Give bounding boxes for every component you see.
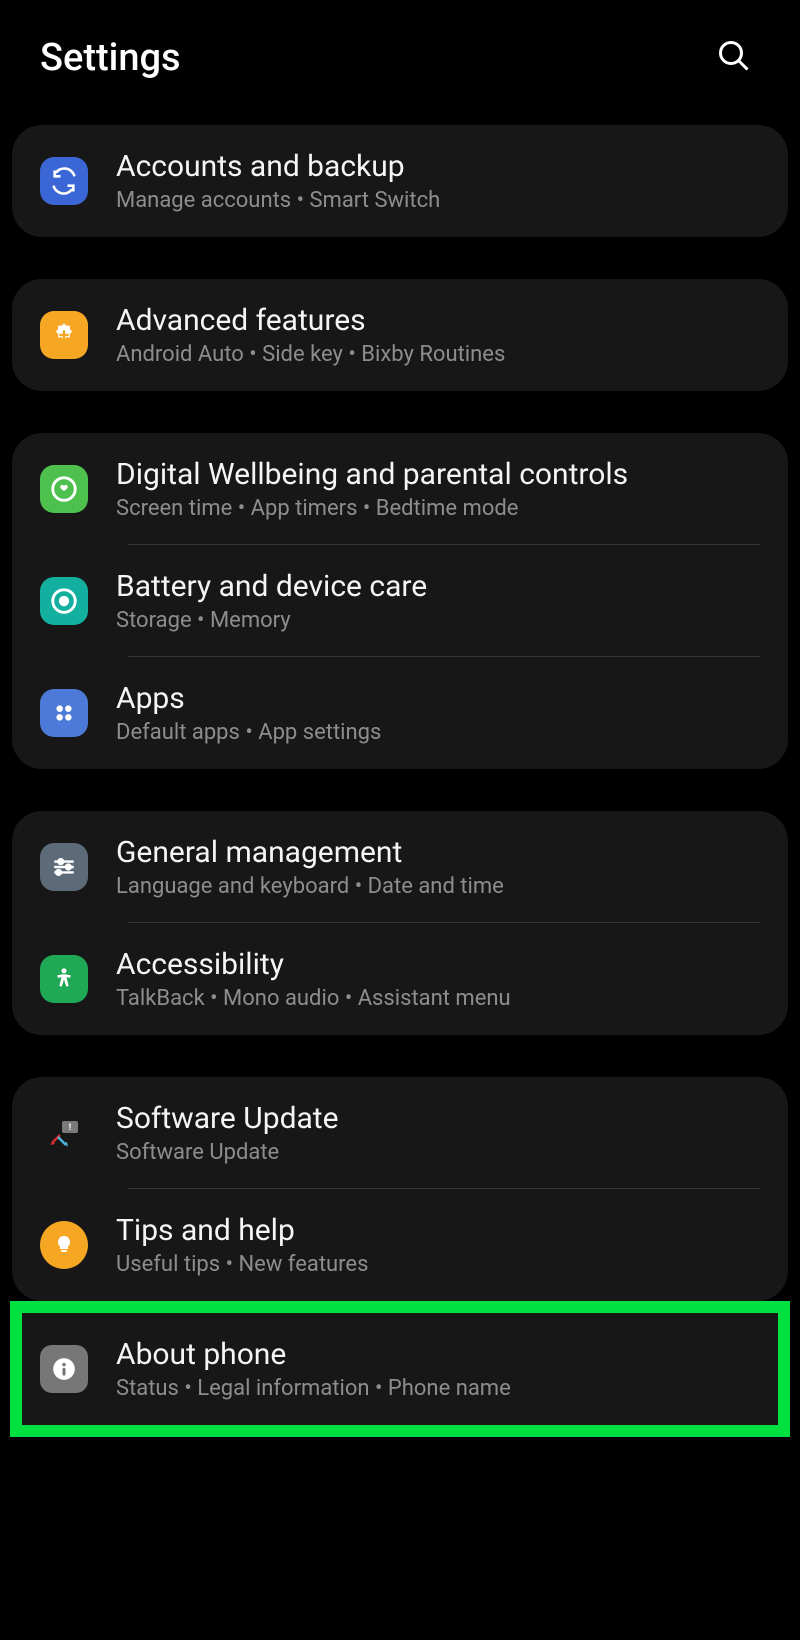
item-text: Tips and help Useful tips • New features	[116, 1213, 368, 1277]
highlight-about-phone: About phone Status • Legal information •…	[10, 1301, 790, 1437]
item-subtitle: Useful tips • New features	[116, 1252, 368, 1277]
item-title: Software Update	[116, 1101, 339, 1136]
item-title: Accessibility	[116, 947, 511, 982]
item-text: About phone Status • Legal information •…	[116, 1337, 511, 1401]
info-icon	[40, 1345, 88, 1393]
settings-item-advanced-features[interactable]: Advanced features Android Auto • Side ke…	[12, 279, 788, 391]
search-icon	[716, 38, 752, 74]
settings-item-software-update[interactable]: ! Software Update Software Update	[12, 1077, 788, 1189]
settings-item-apps[interactable]: Apps Default apps • App settings	[12, 657, 788, 769]
software-update-icon: !	[40, 1109, 88, 1157]
item-title: Battery and device care	[116, 569, 427, 604]
item-subtitle: Status • Legal information • Phone name	[116, 1376, 511, 1401]
page-title: Settings	[40, 36, 181, 80]
item-text: Digital Wellbeing and parental controls …	[116, 457, 628, 521]
item-text: Apps Default apps • App settings	[116, 681, 381, 745]
item-title: Apps	[116, 681, 381, 716]
sync-icon	[40, 157, 88, 205]
item-title: Digital Wellbeing and parental controls	[116, 457, 628, 492]
gear-plus-icon	[40, 311, 88, 359]
settings-item-battery-device-care[interactable]: Battery and device care Storage • Memory	[12, 545, 788, 657]
device-care-icon	[40, 577, 88, 625]
settings-item-accessibility[interactable]: Accessibility TalkBack • Mono audio • As…	[12, 923, 788, 1035]
item-subtitle: Default apps • App settings	[116, 720, 381, 745]
item-subtitle: Language and keyboard • Date and time	[116, 874, 504, 899]
item-text: Accessibility TalkBack • Mono audio • As…	[116, 947, 511, 1011]
item-subtitle: TalkBack • Mono audio • Assistant menu	[116, 986, 511, 1011]
settings-item-general-management[interactable]: General management Language and keyboard…	[12, 811, 788, 923]
item-title: Tips and help	[116, 1213, 368, 1248]
settings-group: ! Software Update Software Update Tips a…	[12, 1077, 788, 1301]
settings-item-digital-wellbeing[interactable]: Digital Wellbeing and parental controls …	[12, 433, 788, 545]
item-subtitle: Screen time • App timers • Bedtime mode	[116, 496, 628, 521]
search-button[interactable]	[708, 30, 760, 85]
settings-group: Digital Wellbeing and parental controls …	[12, 433, 788, 769]
item-text: Software Update Software Update	[116, 1101, 339, 1165]
item-text: Accounts and backup Manage accounts • Sm…	[116, 149, 440, 213]
settings-group: General management Language and keyboard…	[12, 811, 788, 1035]
item-text: General management Language and keyboard…	[116, 835, 504, 899]
item-text: Advanced features Android Auto • Side ke…	[116, 303, 505, 367]
settings-group: Accounts and backup Manage accounts • Sm…	[12, 125, 788, 237]
svg-text:!: !	[69, 1123, 71, 1133]
item-title: Accounts and backup	[116, 149, 440, 184]
settings-item-accounts-backup[interactable]: Accounts and backup Manage accounts • Sm…	[12, 125, 788, 237]
lightbulb-icon	[40, 1221, 88, 1269]
settings-item-tips-help[interactable]: Tips and help Useful tips • New features	[12, 1189, 788, 1301]
settings-item-about-phone[interactable]: About phone Status • Legal information •…	[22, 1313, 778, 1425]
settings-group: Advanced features Android Auto • Side ke…	[12, 279, 788, 391]
item-subtitle: Manage accounts • Smart Switch	[116, 188, 440, 213]
item-title: General management	[116, 835, 504, 870]
item-title: Advanced features	[116, 303, 505, 338]
item-subtitle: Android Auto • Side key • Bixby Routines	[116, 342, 505, 367]
item-subtitle: Storage • Memory	[116, 608, 427, 633]
item-title: About phone	[116, 1337, 511, 1372]
sliders-icon	[40, 843, 88, 891]
wellbeing-icon	[40, 465, 88, 513]
accessibility-icon	[40, 955, 88, 1003]
item-subtitle: Software Update	[116, 1140, 339, 1165]
apps-icon	[40, 689, 88, 737]
item-text: Battery and device care Storage • Memory	[116, 569, 427, 633]
header: Settings	[0, 0, 800, 125]
